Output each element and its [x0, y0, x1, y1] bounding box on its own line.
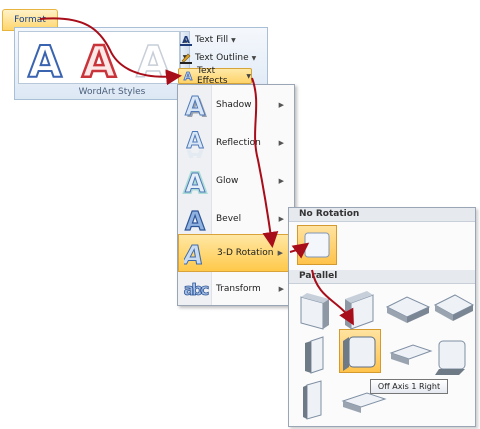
reflection-icon: AA [178, 124, 212, 162]
transform-icon: abc [178, 270, 212, 308]
rotation-option-iso-right-down[interactable] [345, 291, 374, 330]
rotation-option-off-axis-3-top[interactable] [303, 380, 322, 420]
svg-text:A: A [185, 92, 205, 119]
svg-text:abc: abc [184, 280, 209, 299]
svg-text:A: A [185, 207, 205, 233]
menu-item-shadow[interactable]: AA Shadow ▶ [178, 86, 294, 124]
chevron-right-icon: ▶ [278, 285, 284, 293]
svg-text:A: A [185, 169, 205, 195]
chevron-down-icon: ▼ [246, 72, 251, 80]
shadow-icon: AA [178, 86, 212, 124]
rotation-option-iso-left-down[interactable] [300, 293, 329, 330]
menu-item-bevel[interactable]: A Bevel ▶ [178, 200, 294, 238]
text-fill-button[interactable]: A Text Fill ▼ [180, 32, 236, 48]
section-header-no-rotation: No Rotation [289, 208, 475, 222]
glow-icon: AA [178, 162, 212, 200]
menu-item-reflection[interactable]: AA Reflection ▶ [178, 124, 294, 162]
format-tab-label: Format [14, 15, 46, 25]
chevron-down-icon: ▼ [231, 36, 236, 44]
chevron-right-icon: ▶ [278, 215, 284, 223]
text-outline-button[interactable]: Text Outline ▼ [180, 50, 256, 66]
text-effects-label: Text Effects [197, 66, 228, 86]
menu-item-label: Reflection [216, 138, 261, 148]
no-rotation-option[interactable] [297, 225, 337, 265]
3d-rotation-icon: A [179, 234, 213, 272]
chevron-right-icon: ▶ [278, 177, 284, 185]
menu-item-label: Shadow [216, 100, 252, 110]
menu-item-3d-rotation[interactable]: A 3-D Rotation ▶ [178, 234, 294, 272]
chevron-right-icon: ▶ [278, 101, 284, 109]
svg-text:A: A [136, 37, 170, 81]
menu-item-transform[interactable]: abc Transform ▶ [178, 270, 294, 308]
section-header-parallel: Parallel [289, 270, 475, 284]
rotation-option-off-axis-3-bottom[interactable] [341, 392, 387, 413]
text-effects-button[interactable]: A Text Effects ▼ [178, 66, 252, 86]
rotation-option-off-axis-2-left[interactable] [389, 344, 433, 365]
menu-item-label: Transform [216, 284, 261, 294]
svg-text:A: A [82, 37, 116, 81]
rotation-option-off-axis-1-right[interactable] [343, 336, 376, 371]
text-fill-icon: A [180, 34, 192, 46]
wordart-style-outline-white[interactable]: A [131, 37, 175, 81]
rotation-option-iso-top-up[interactable] [385, 296, 431, 323]
chevron-down-icon: ▼ [251, 54, 257, 62]
wordart-style-outline-red[interactable]: A [77, 37, 121, 81]
svg-text:A: A [184, 241, 206, 267]
svg-text:A: A [184, 70, 193, 82]
text-fill-label: Text Fill [195, 35, 229, 45]
text-outline-label: Text Outline [195, 53, 249, 63]
menu-item-label: Glow [216, 176, 239, 186]
tooltip: Off Axis 1 Right [370, 379, 448, 394]
wordart-style-outline-blue[interactable]: A [23, 37, 67, 81]
rotation-option-off-axis-1-left[interactable] [305, 336, 324, 374]
wordart-gallery[interactable]: A A A [18, 31, 180, 84]
chevron-right-icon: ▶ [277, 249, 283, 257]
menu-item-label: 3-D Rotation [217, 248, 274, 258]
svg-text:A: A [28, 37, 62, 81]
rotation-option-off-axis-2-right[interactable] [435, 340, 466, 375]
text-effects-icon: A [182, 70, 194, 82]
text-outline-icon [180, 52, 192, 64]
parallel-rotation-grid [300, 291, 475, 420]
menu-item-label: Bevel [216, 214, 242, 224]
chevron-right-icon: ▶ [278, 139, 284, 147]
bevel-icon: A [178, 200, 212, 238]
svg-text:A: A [186, 144, 203, 158]
rotation-option-iso-top-down[interactable] [433, 294, 475, 321]
menu-item-glow[interactable]: AA Glow ▶ [178, 162, 294, 200]
